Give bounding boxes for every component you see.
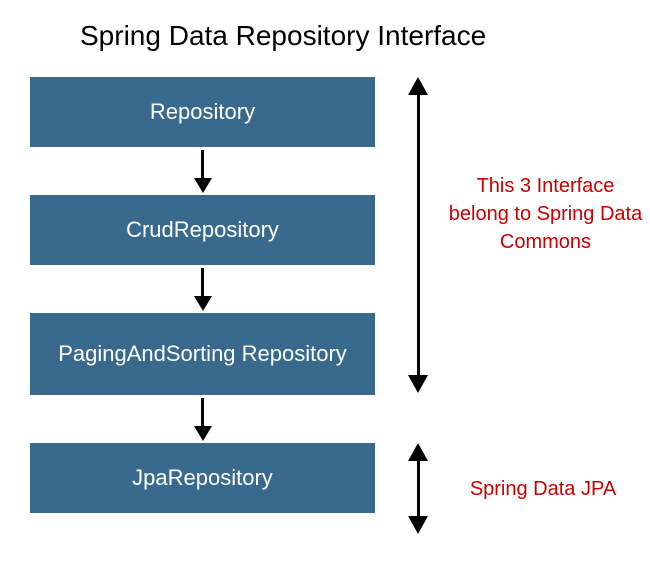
box-crud-repository: CrudRepository [30, 195, 375, 265]
diagram-body: Repository CrudRepository PagingAndSorti… [30, 77, 630, 557]
arrow-down-icon [30, 395, 375, 443]
box-label: CrudRepository [126, 217, 279, 243]
arrow-down-icon [30, 147, 375, 195]
annotation-commons: This 3 Interface belong to Spring Data C… [448, 172, 643, 256]
diagram-title: Spring Data Repository Interface [80, 20, 630, 52]
double-arrow-icon [408, 443, 428, 534]
box-label: JpaRepository [132, 465, 273, 491]
hierarchy-column: Repository CrudRepository PagingAndSorti… [30, 77, 375, 513]
box-label: Repository [150, 99, 255, 125]
annotation-jpa: Spring Data JPA [453, 475, 633, 503]
double-arrow-icon [408, 77, 428, 393]
box-paging-and-sorting-repository: PagingAndSorting Repository [30, 313, 375, 395]
arrow-down-icon [30, 265, 375, 313]
box-label: PagingAndSorting Repository [58, 341, 347, 367]
box-jpa-repository: JpaRepository [30, 443, 375, 513]
box-repository: Repository [30, 77, 375, 147]
